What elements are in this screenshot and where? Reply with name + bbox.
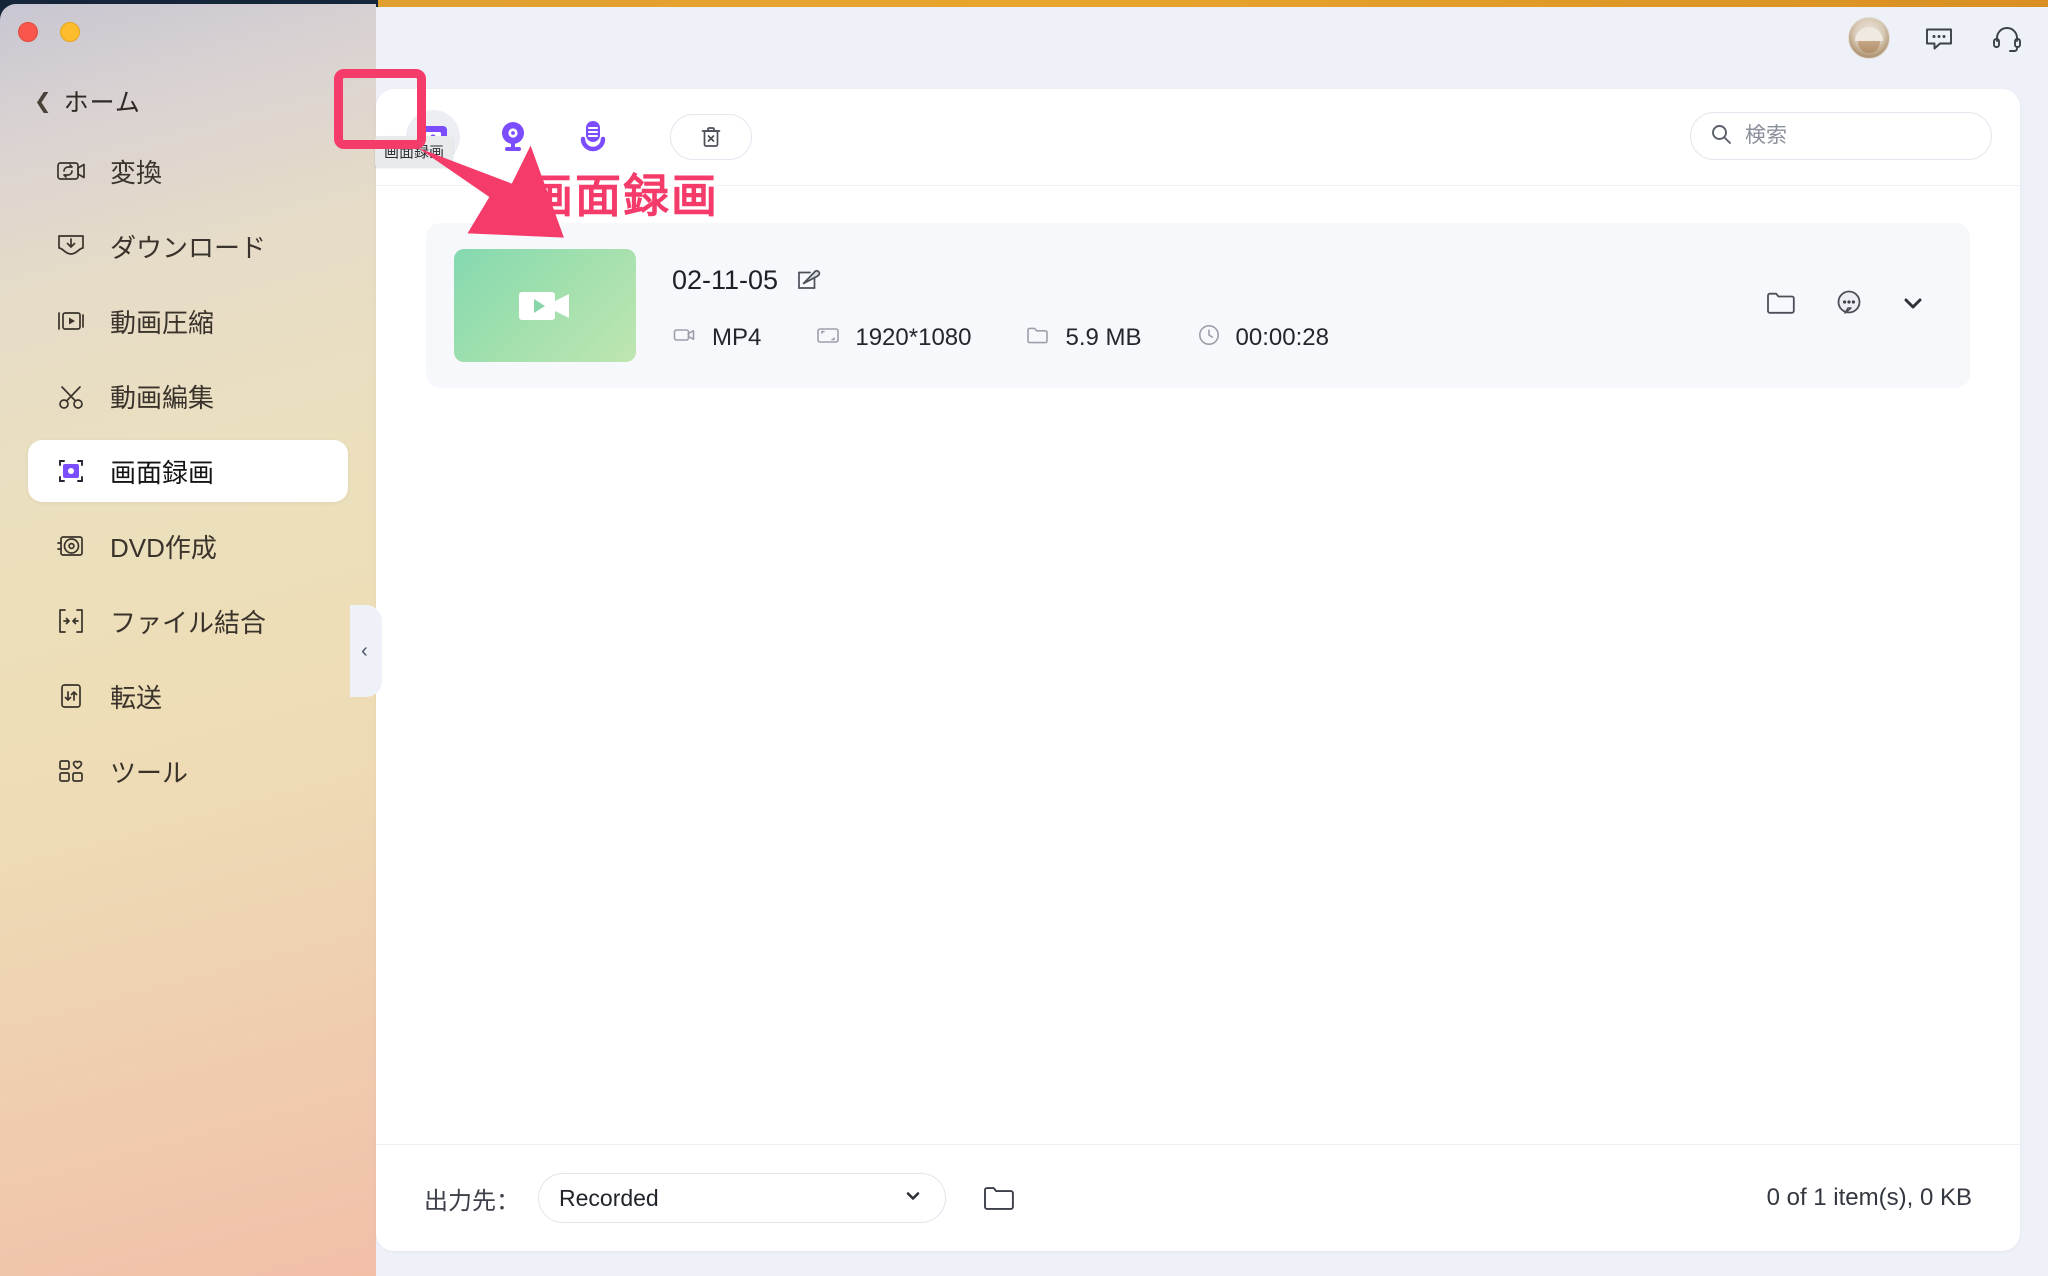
chevron-down-icon[interactable] xyxy=(1900,290,1926,321)
sidebar: ❮ ホーム 変換 ダウンロード 動画圧縮 動画編集 画面録画 DVD作成 ファイ… xyxy=(0,4,376,1276)
download-icon xyxy=(54,229,88,263)
sidebar-item-label: 動画編集 xyxy=(110,382,215,413)
file-specs: MP4 1920*1080 5.9 MB 00:00:28 xyxy=(672,322,1764,353)
message-bubble-icon[interactable] xyxy=(1920,19,1958,57)
sidebar-item-tools[interactable]: ツール xyxy=(28,740,348,802)
edit-pencil-icon[interactable] xyxy=(794,263,824,298)
sidebar-item-screen-record[interactable]: 画面録画 xyxy=(28,440,348,502)
file-row-actions xyxy=(1764,286,1926,325)
merge-icon xyxy=(54,604,88,638)
sidebar-item-label: DVD作成 xyxy=(110,532,217,563)
sidebar-nav: 変換 ダウンロード 動画圧縮 動画編集 画面録画 DVD作成 ファイル結合 転送… xyxy=(28,140,348,815)
screen-record-icon xyxy=(54,454,88,488)
window-controls xyxy=(18,22,80,42)
chevron-left-icon: ❮ xyxy=(34,89,52,113)
video-format-icon xyxy=(672,322,698,353)
sidebar-item-label: ダウンロード xyxy=(110,232,267,263)
spec-size: 5.9 MB xyxy=(1025,322,1142,353)
output-destination-select[interactable]: Recorded xyxy=(538,1173,946,1223)
sidebar-item-convert[interactable]: 変換 xyxy=(28,140,348,202)
minimize-button[interactable] xyxy=(60,22,80,42)
resolution-icon xyxy=(815,322,841,353)
sidebar-item-label: 動画圧縮 xyxy=(110,307,215,338)
sidebar-item-edit-video[interactable]: 動画編集 xyxy=(28,365,348,427)
spec-format: MP4 xyxy=(672,322,761,353)
folder-open-icon[interactable] xyxy=(976,1175,1022,1221)
spec-value: 00:00:28 xyxy=(1235,323,1329,351)
spec-resolution: 1920*1080 xyxy=(815,322,971,353)
app-window: ❮ ホーム 変換 ダウンロード 動画圧縮 動画編集 画面録画 DVD作成 ファイ… xyxy=(0,0,2048,1276)
avatar[interactable] xyxy=(1848,17,1890,59)
delete-button[interactable] xyxy=(670,114,752,160)
output-destination-label: 出力先： xyxy=(424,1187,520,1215)
spec-value: 5.9 MB xyxy=(1065,323,1142,351)
more-options-icon[interactable] xyxy=(1832,286,1866,325)
file-title-row: 02-11-05 xyxy=(672,258,1764,302)
sidebar-item-label: ツール xyxy=(110,757,189,788)
file-info: 02-11-05 MP4 1920*1080 5.9 MB 00:00:28 xyxy=(672,258,1764,353)
sidebar-item-label: 変換 xyxy=(110,157,163,188)
sidebar-item-download[interactable]: ダウンロード xyxy=(28,215,348,277)
chevron-left-icon: ‹ xyxy=(361,639,368,662)
compress-icon xyxy=(54,304,88,338)
sidebar-item-merge[interactable]: ファイル結合 xyxy=(28,590,348,652)
file-name: 02-11-05 xyxy=(672,264,779,295)
spec-value: 1920*1080 xyxy=(855,323,972,351)
sidebar-item-label: 転送 xyxy=(110,682,163,713)
search-icon xyxy=(1709,122,1733,151)
open-folder-icon[interactable] xyxy=(1764,286,1798,325)
annotation-arrow-icon xyxy=(418,145,564,238)
title-bar-gold-strip xyxy=(378,0,2048,7)
spec-value: MP4 xyxy=(712,323,762,351)
tools-icon xyxy=(54,754,88,788)
video-thumbnail[interactable] xyxy=(454,249,636,362)
scissors-icon xyxy=(54,379,88,413)
spec-duration: 00:00:28 xyxy=(1196,322,1329,353)
search-input[interactable] xyxy=(1745,124,1955,148)
transfer-icon xyxy=(54,679,88,713)
back-to-home-button[interactable]: ❮ ホーム xyxy=(34,83,141,119)
item-count-status: 0 of 1 item(s), 0 KB xyxy=(1766,1184,1972,1211)
bottom-bar: 出力先： Recorded 0 of 1 item(s), 0 KB xyxy=(376,1145,2020,1251)
avatar-hair xyxy=(1855,26,1883,41)
clock-icon xyxy=(1196,322,1222,353)
chevron-down-icon xyxy=(903,1186,923,1211)
close-button[interactable] xyxy=(18,22,38,42)
output-destination-value: Recorded xyxy=(559,1184,659,1211)
sidebar-item-dvd[interactable]: DVD作成 xyxy=(28,515,348,577)
headset-icon[interactable] xyxy=(1988,19,2026,57)
sidebar-collapse-handle[interactable]: ‹ xyxy=(350,605,382,697)
search-box[interactable] xyxy=(1690,112,1992,160)
top-right-toolbar xyxy=(1848,17,2026,59)
content-card: 02-11-05 xyxy=(376,89,2020,1251)
convert-icon xyxy=(54,154,88,188)
sidebar-item-transfer[interactable]: 転送 xyxy=(28,665,348,727)
sidebar-item-label: 画面録画 xyxy=(110,457,215,488)
home-label: ホーム xyxy=(63,89,141,117)
file-list-item[interactable]: 02-11-05 MP4 1920*1080 5.9 MB 00:00:28 xyxy=(426,223,1970,388)
sidebar-item-compress[interactable]: 動画圧縮 xyxy=(28,290,348,352)
sidebar-item-label: ファイル結合 xyxy=(110,607,267,638)
file-size-icon xyxy=(1025,322,1051,353)
video-camera-icon xyxy=(519,291,569,320)
dvd-icon xyxy=(54,529,88,563)
